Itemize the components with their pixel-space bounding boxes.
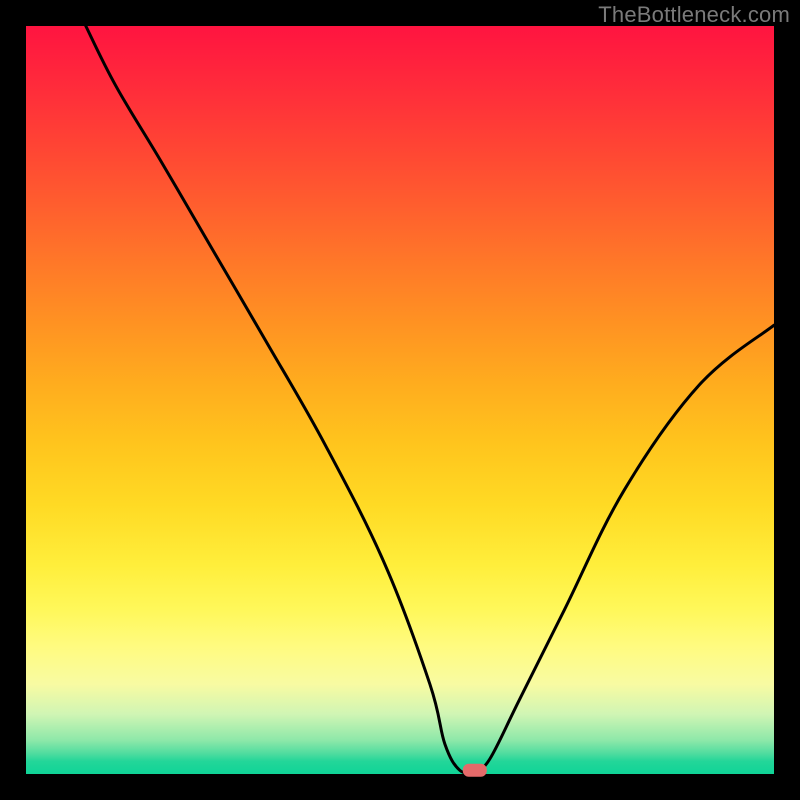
chart-frame: TheBottleneck.com [0,0,800,800]
bottleneck-curve [86,26,774,773]
chart-svg [26,26,774,774]
optimum-marker [463,764,487,777]
watermark-text: TheBottleneck.com [598,2,790,28]
chart-plot-area [26,26,774,774]
